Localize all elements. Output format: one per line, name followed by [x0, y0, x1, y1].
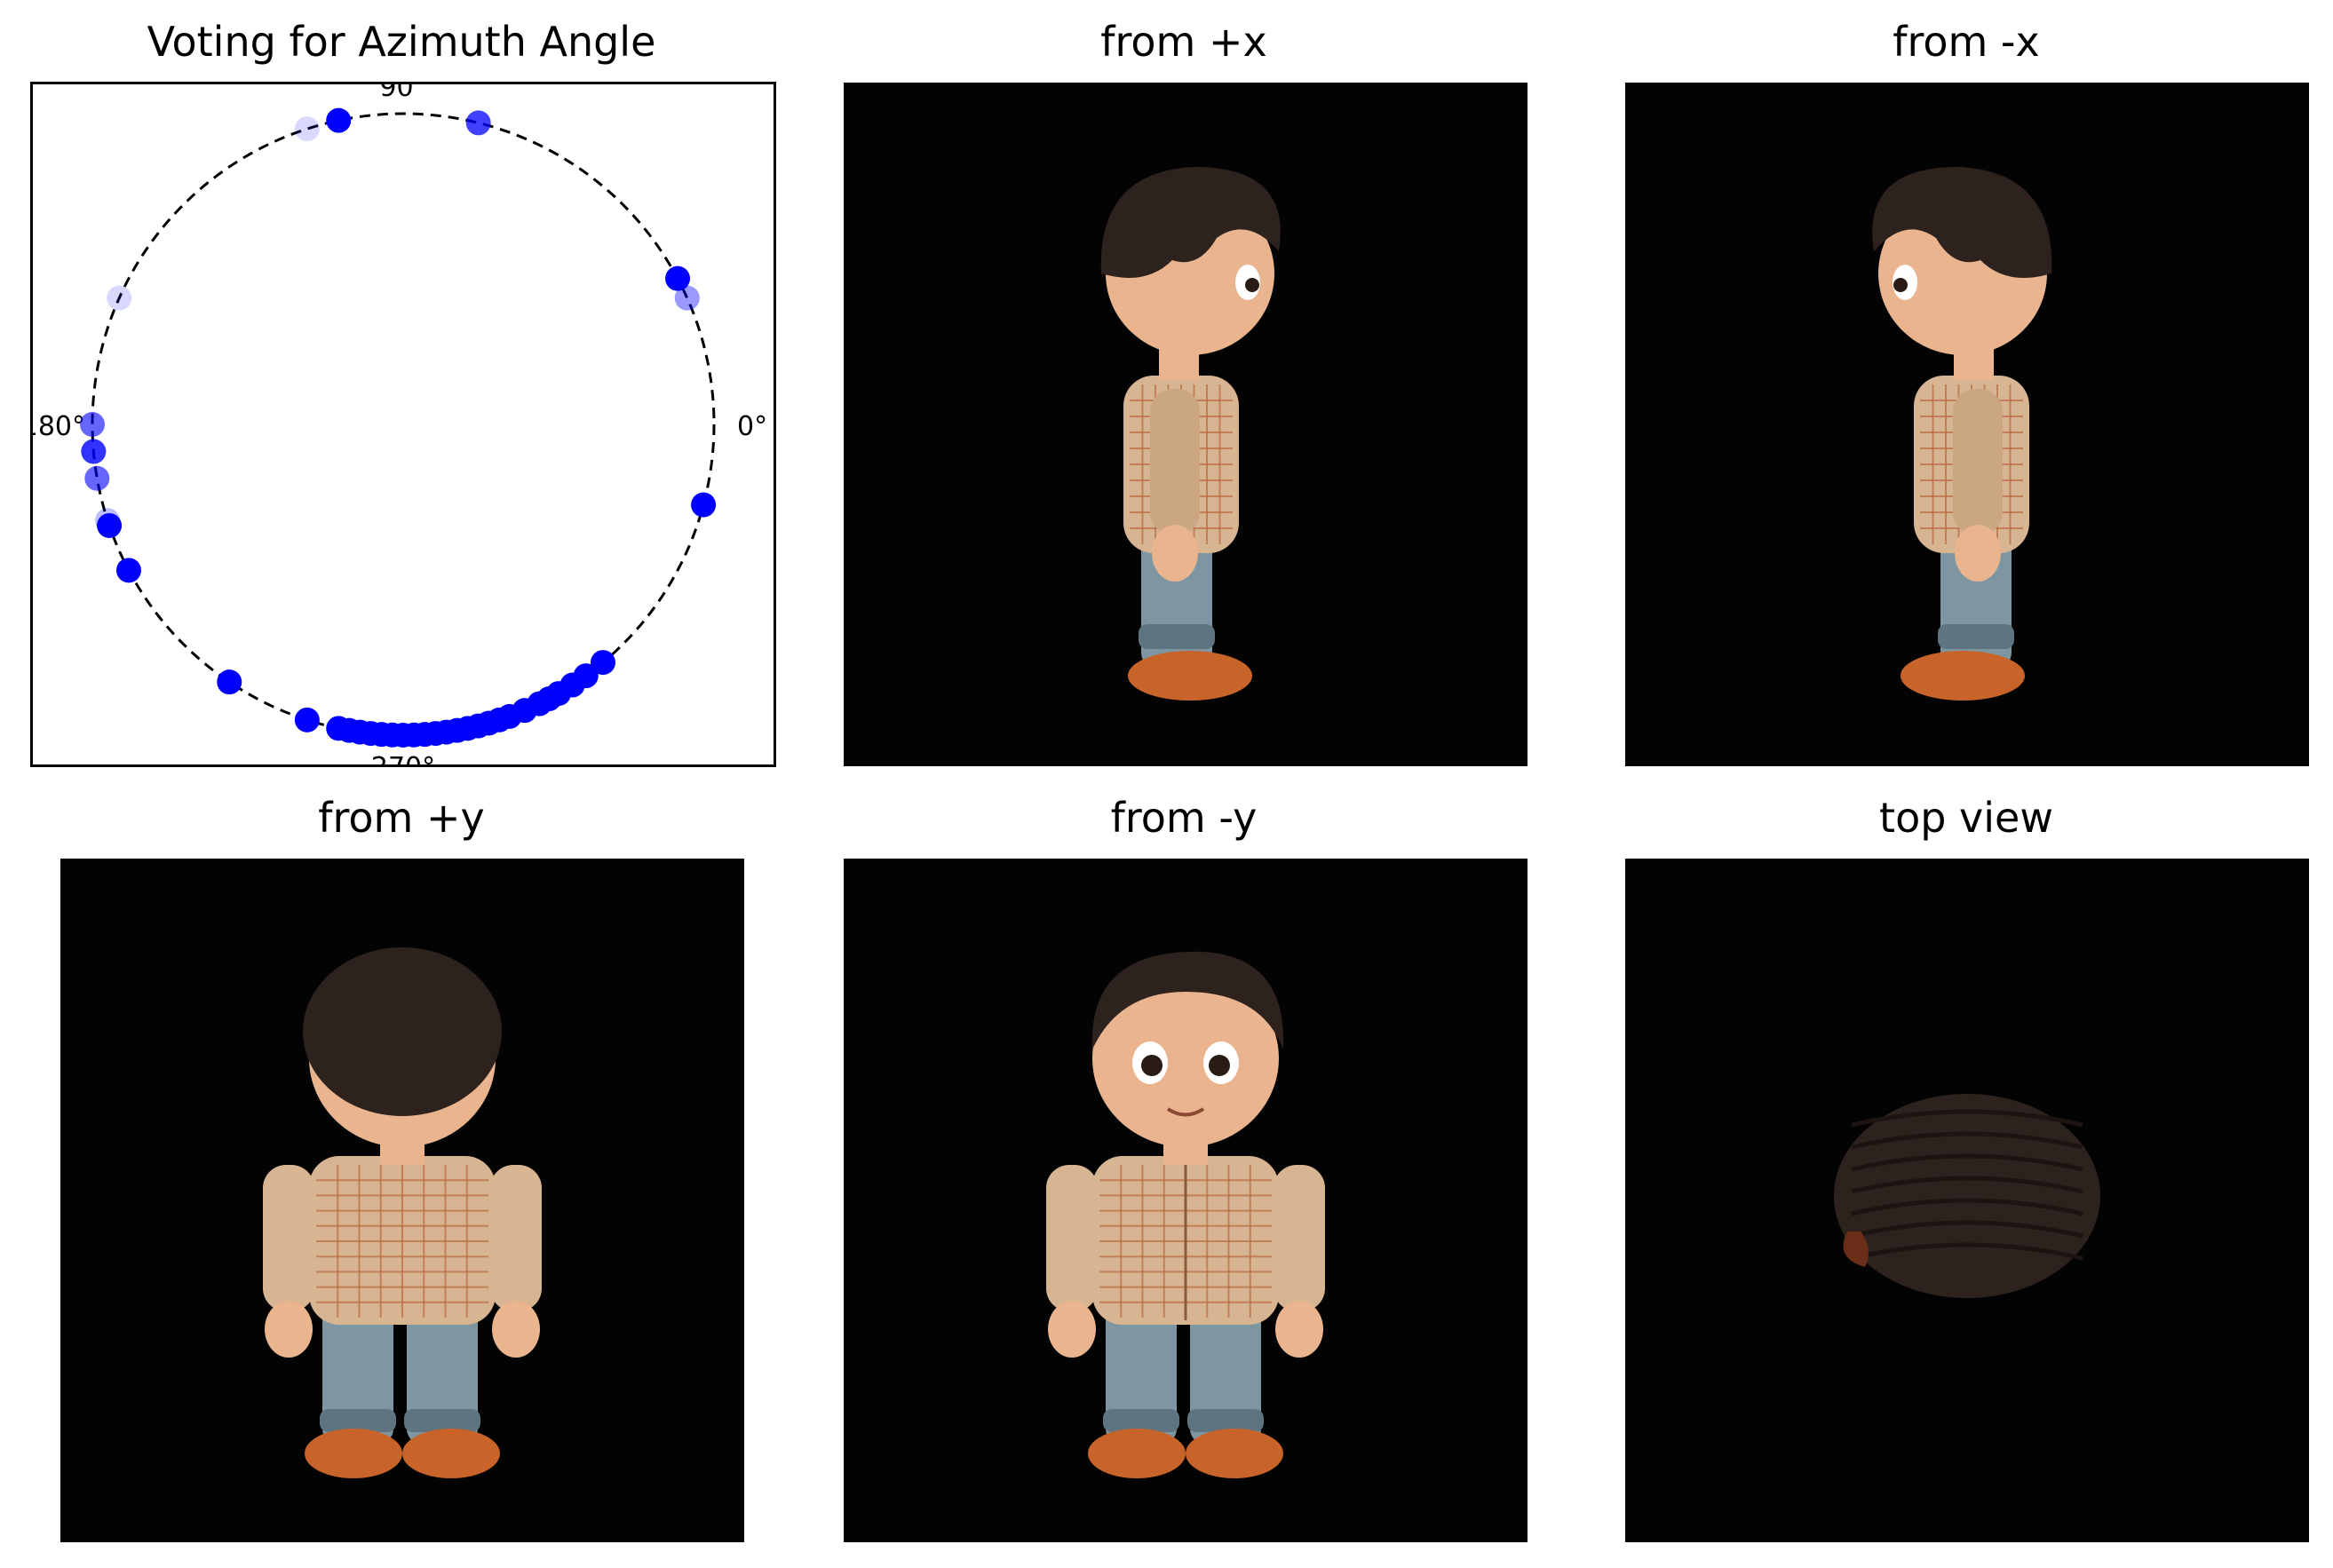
- angle-tick-label: 270°: [371, 752, 435, 764]
- azimuth-circle: [91, 112, 716, 737]
- character-back: [263, 947, 542, 1478]
- render-from-plus-x: [844, 83, 1528, 766]
- left-hand: [1048, 1301, 1096, 1358]
- vote-point: [294, 116, 320, 142]
- render-top-view: [1625, 859, 2309, 1542]
- right-pupil: [1209, 1055, 1230, 1076]
- top-view-title: top view: [1879, 794, 2053, 842]
- vote-point: [80, 412, 105, 437]
- polar-chart: 0° 90° 180° 270°: [33, 84, 767, 764]
- left-arm: [263, 1165, 314, 1311]
- view-minus-x-title: from -x: [1893, 18, 2040, 66]
- character-top: [1834, 1094, 2100, 1298]
- render-from-minus-y: [844, 859, 1528, 1542]
- render-from-plus-y: [60, 859, 744, 1542]
- hand: [1152, 525, 1198, 582]
- left-pupil: [1141, 1055, 1163, 1076]
- arm: [1953, 389, 2003, 535]
- vote-point: [115, 558, 141, 583]
- pupil: [1245, 278, 1259, 292]
- vote-point: [326, 107, 352, 133]
- vote-point: [590, 650, 615, 676]
- left-arm: [1046, 1165, 1098, 1311]
- vote-point: [217, 669, 242, 695]
- character-side-left: [1872, 167, 2052, 701]
- hair-top: [1834, 1094, 2100, 1298]
- vote-point: [465, 110, 491, 136]
- right-hand: [492, 1301, 540, 1358]
- left-hand: [265, 1301, 313, 1358]
- cuff: [1103, 1409, 1179, 1432]
- hair: [303, 947, 502, 1116]
- character-figure: [1834, 1094, 2100, 1298]
- hand: [1955, 525, 2001, 582]
- view-minus-y-title: from -y: [1110, 794, 1258, 842]
- left-shoe: [305, 1429, 402, 1478]
- character-figure: [263, 947, 542, 1478]
- vote-point: [107, 285, 132, 311]
- right-shoe: [402, 1429, 500, 1478]
- cuff: [320, 1409, 396, 1432]
- character-figure: [1100, 167, 1281, 701]
- angle-tick-label: 180°: [33, 411, 85, 442]
- vote-point: [97, 512, 123, 538]
- character-side-right: [1100, 167, 1281, 701]
- polar-axes: 0° 90° 180° 270°: [30, 82, 776, 767]
- view-plus-y-title: from +y: [318, 794, 485, 842]
- character-figure: [1872, 167, 2052, 701]
- cuff: [404, 1409, 480, 1432]
- character-figure: [1046, 951, 1325, 1478]
- left-shoe: [1088, 1429, 1186, 1478]
- right-arm: [1274, 1165, 1325, 1311]
- angle-tick-label: 0°: [737, 411, 767, 442]
- right-hand: [1275, 1301, 1323, 1358]
- vote-point: [294, 707, 320, 733]
- pupil: [1893, 278, 1908, 292]
- angle-tick-label: 90°: [379, 84, 426, 103]
- vote-point: [674, 285, 700, 311]
- vote-point: [84, 465, 110, 491]
- shoe: [1901, 651, 2025, 701]
- vote-point: [81, 439, 107, 464]
- shoe: [1128, 651, 1252, 701]
- cuff: [1187, 1409, 1264, 1432]
- right-arm: [490, 1165, 542, 1311]
- render-from-minus-x: [1625, 83, 2309, 766]
- cuff: [1938, 624, 2014, 649]
- arm: [1150, 389, 1200, 535]
- character-front: [1046, 951, 1325, 1478]
- vote-point: [691, 492, 717, 518]
- right-shoe: [1186, 1429, 1283, 1478]
- cuff: [1139, 624, 1215, 649]
- polar-title: Voting for Azimuth Angle: [147, 18, 656, 66]
- view-plus-x-title: from +x: [1100, 18, 1267, 66]
